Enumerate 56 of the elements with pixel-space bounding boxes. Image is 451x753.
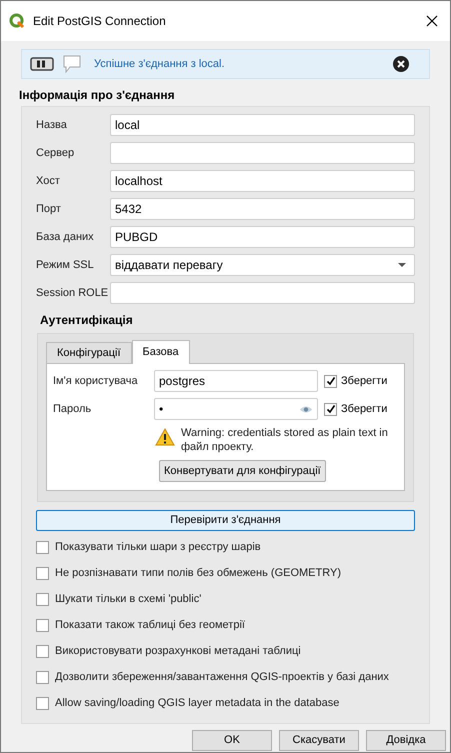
field-label: База даних — [36, 230, 95, 245]
test-connection-button[interactable]: Перевірити з'єднання — [36, 510, 415, 531]
checkbox-label: Показати також таблиці без геометрії — [55, 618, 245, 633]
field-label: Сервер — [36, 146, 76, 161]
pause-icon[interactable] — [30, 57, 54, 71]
tab[interactable]: Конфігурації — [46, 342, 132, 363]
ssl-mode-dropdown[interactable]: віддавати перевагу — [110, 254, 415, 276]
dialog-button[interactable]: Довідка — [366, 730, 446, 751]
checkbox-label: Allow saving/loading QGIS layer metadata in the database — [55, 696, 340, 711]
checkbox[interactable] — [36, 670, 49, 684]
message-text: Успішне з'єднання з local. — [94, 56, 226, 72]
text-field[interactable]: local — [110, 114, 415, 136]
field-label: Хост — [36, 174, 61, 189]
text-field[interactable] — [110, 142, 415, 164]
text-field[interactable] — [110, 282, 415, 304]
close-icon[interactable] — [426, 15, 438, 27]
checkbox-label: Зберегти — [341, 402, 388, 417]
checkbox-label: Не розпізнавати типи полів без обмежень (GEOMETRY) — [55, 566, 341, 581]
password-field[interactable]: • — [154, 398, 318, 420]
field-label: Назва — [36, 118, 68, 133]
section-title: Інформація про з'єднання — [19, 87, 176, 104]
checkbox-label: Зберегти — [341, 374, 388, 389]
checkbox[interactable] — [36, 644, 49, 658]
speech-bubble-icon — [62, 54, 82, 74]
convert-button[interactable]: Конвертувати для конфігурації — [159, 460, 326, 482]
checkbox[interactable] — [36, 618, 49, 632]
warning-text: Warning: credentials stored as plain text in файл проекту. — [181, 426, 389, 454]
section-title: Аутентифікація — [40, 312, 134, 329]
checkbox[interactable] — [324, 402, 337, 416]
text-field[interactable]: localhost — [110, 170, 415, 192]
text-field[interactable]: 5432 — [110, 198, 415, 220]
checkbox[interactable] — [36, 696, 49, 710]
checkbox[interactable] — [324, 374, 337, 388]
text-field[interactable]: postgres — [154, 370, 318, 392]
field-label: Порт — [36, 202, 62, 217]
tab[interactable]: Базова — [132, 340, 190, 364]
field-label: Session ROLE — [36, 286, 106, 301]
checkbox-label: Дозволити збереження/завантаження QGIS-проектів у базі даних — [55, 670, 389, 685]
field-label: Режим SSL — [36, 258, 95, 273]
checkbox[interactable] — [36, 540, 49, 554]
dropdown-arrow-icon — [398, 263, 406, 267]
checkbox[interactable] — [36, 566, 49, 580]
dialog-button[interactable]: Скасувати — [279, 730, 359, 751]
field-label: Пароль — [53, 402, 92, 417]
checkbox[interactable] — [36, 592, 49, 606]
field-label: Ім'я користувача — [53, 374, 139, 389]
checkbox-label: Використовувати розрахункові метадані таблиці — [55, 644, 301, 659]
text-field[interactable]: PUBGD — [110, 226, 415, 248]
close-icon[interactable] — [393, 56, 409, 72]
warning-icon — [155, 428, 175, 446]
checkbox-label: Шукати тільки в схемі 'public' — [55, 592, 202, 607]
window-title: Edit PostGIS Connection — [33, 13, 167, 30]
eye-icon[interactable] — [299, 404, 313, 414]
app-logo-icon — [9, 13, 25, 29]
dialog-button[interactable]: OK — [192, 730, 272, 751]
checkbox-label: Показувати тільки шари з реєстру шарів — [55, 540, 261, 555]
